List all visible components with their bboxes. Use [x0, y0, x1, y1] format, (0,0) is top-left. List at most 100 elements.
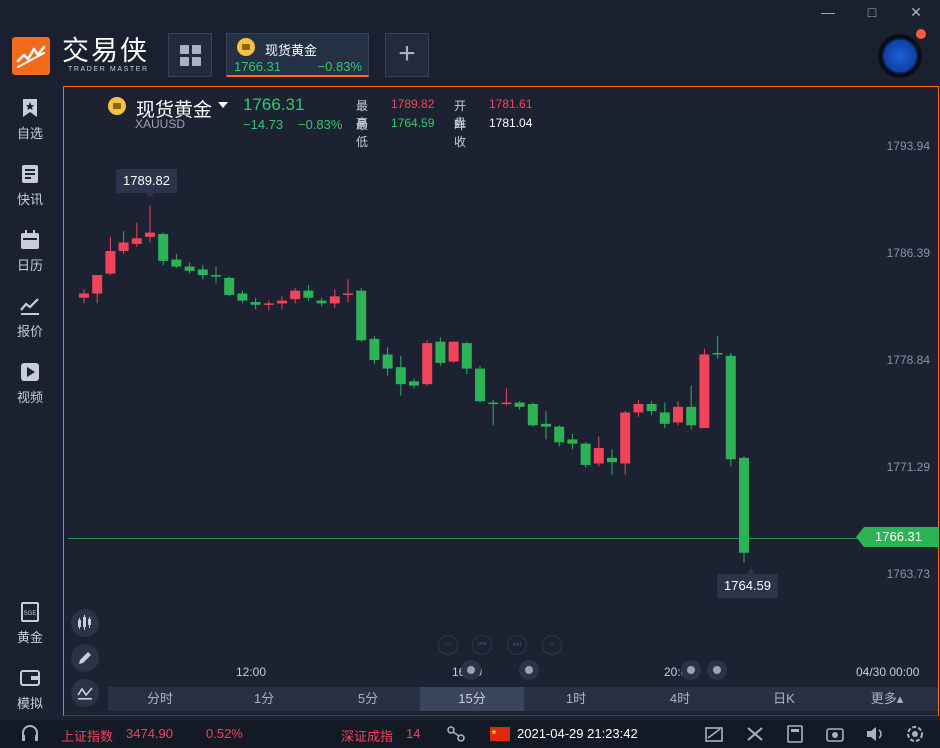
candle	[448, 341, 459, 363]
candle-body	[131, 238, 142, 244]
link-icon[interactable]	[446, 725, 466, 743]
candle	[277, 296, 287, 310]
candle-body	[158, 233, 169, 261]
candle	[184, 262, 195, 274]
user-avatar[interactable]	[878, 34, 922, 78]
caret-down-icon[interactable]	[218, 102, 228, 108]
draw-tool-button[interactable]	[71, 644, 99, 672]
candle-body	[211, 275, 221, 277]
prev-close-label: 昨收	[454, 118, 467, 149]
candle	[369, 335, 380, 365]
period-tab-4h[interactable]: 4时	[628, 687, 732, 711]
candle	[659, 402, 670, 429]
candle-body	[686, 406, 697, 426]
layout-grid-button[interactable]	[168, 33, 212, 77]
camera-icon[interactable]	[825, 725, 845, 743]
candle	[250, 297, 261, 310]
candle	[593, 436, 604, 467]
chart-type-button[interactable]	[71, 609, 99, 637]
candle	[343, 279, 353, 302]
indicator-icon	[77, 687, 93, 700]
candle-body	[488, 402, 499, 405]
candle	[673, 401, 683, 426]
candle	[316, 297, 327, 307]
title-bar: — □ ✕ 交易侠 TRADER MASTER 现货黄金 1766.31 −0.…	[0, 0, 940, 84]
quote-tab-change: −0.83%	[317, 59, 362, 74]
pager-dot[interactable]	[681, 660, 701, 680]
index1-name[interactable]: 上证指数	[61, 726, 113, 745]
candle-body	[607, 457, 617, 463]
chart-panel[interactable]: 现货黄金 XAUUSD 1766.31 −14.73 −0.83% 最高 178…	[63, 86, 939, 716]
candle	[118, 231, 129, 254]
pager-dot[interactable]	[707, 660, 727, 680]
zoom-out-button[interactable]: −	[438, 635, 458, 655]
close-button[interactable]: ✕	[906, 4, 926, 21]
quote-tab-xauusd[interactable]: 现货黄金 1766.31 −0.83%	[226, 33, 369, 77]
sidebar: 自选 快讯 日历 报价 视频 SGE 黄金 模拟	[0, 84, 60, 720]
pager-dot[interactable]	[461, 660, 481, 680]
candle-body	[237, 293, 248, 301]
period-tab-1h[interactable]: 1时	[524, 687, 628, 711]
period-tab-5m[interactable]: 5分	[316, 687, 420, 711]
candle	[92, 275, 103, 304]
candle	[422, 340, 433, 386]
period-tab-daily[interactable]: 日K	[732, 687, 836, 711]
calculator-icon[interactable]	[785, 725, 805, 743]
sidebar-item-news[interactable]: 快讯	[0, 164, 60, 208]
speaker-icon[interactable]	[865, 725, 885, 743]
quote-tab-name: 现货黄金	[265, 43, 318, 58]
candle-icon	[78, 615, 91, 630]
sidebar-item-video[interactable]: 视频	[0, 362, 60, 406]
candle	[633, 399, 644, 417]
zoom-in-button[interactable]: +	[542, 635, 562, 655]
video-icon	[21, 363, 39, 381]
period-tab-more[interactable]: 更多▴	[836, 687, 938, 711]
candle	[712, 335, 723, 359]
candle	[686, 385, 697, 430]
scroll-left-button[interactable]: ⏮	[472, 635, 492, 655]
candle	[725, 352, 736, 467]
low-label: 最低	[356, 118, 369, 149]
pager-dot[interactable]	[519, 660, 539, 680]
candle	[329, 289, 340, 308]
candle-body	[699, 354, 710, 429]
minimize-button[interactable]: —	[818, 4, 838, 20]
app-window: — □ ✕ 交易侠 TRADER MASTER 现货黄金 1766.31 −0.…	[0, 0, 940, 748]
index1-pct: 0.52%	[206, 726, 243, 741]
period-tab-1m[interactable]: 1分	[212, 687, 316, 711]
scroll-right-button[interactable]: ⏭	[507, 635, 527, 655]
period-tab-15m[interactable]: 15分	[420, 687, 524, 711]
sidebar-item-quotes[interactable]: 报价	[0, 296, 60, 340]
sidebar-item-gold[interactable]: SGE 黄金	[0, 602, 60, 646]
chart-link-icon[interactable]	[704, 725, 724, 743]
headset-icon[interactable]	[20, 725, 40, 743]
index2-name[interactable]: 深证成指	[341, 726, 393, 745]
candle-body	[184, 266, 195, 271]
maximize-button[interactable]: □	[862, 4, 882, 20]
candle-body	[224, 277, 235, 295]
candle-body	[92, 275, 103, 294]
candle-body	[580, 443, 591, 465]
gold-coin-icon	[237, 38, 255, 56]
period-tab-timeshare[interactable]: 分时	[108, 687, 212, 711]
candle-body	[290, 290, 301, 300]
tools-icon[interactable]	[745, 725, 765, 743]
x-axis-tick: 04/30 00:00	[856, 665, 920, 679]
x-axis-tick: 12:00	[236, 665, 267, 679]
candle	[541, 411, 551, 440]
pencil-icon	[79, 652, 91, 664]
candle	[475, 365, 485, 403]
sidebar-item-simulate[interactable]: 模拟	[0, 668, 60, 712]
candle	[580, 442, 591, 468]
candlestick-chart[interactable]	[64, 87, 938, 687]
candle	[145, 205, 155, 243]
settings-icon[interactable]	[905, 725, 925, 743]
sidebar-item-calendar[interactable]: 日历	[0, 230, 60, 274]
candle-body	[171, 259, 182, 267]
candle-body	[712, 352, 723, 355]
candle-body	[673, 406, 683, 423]
add-tab-button[interactable]: +	[385, 33, 429, 77]
candle-body	[197, 269, 208, 276]
indicator-button[interactable]	[71, 679, 99, 707]
sidebar-item-watchlist[interactable]: 自选	[0, 98, 60, 142]
